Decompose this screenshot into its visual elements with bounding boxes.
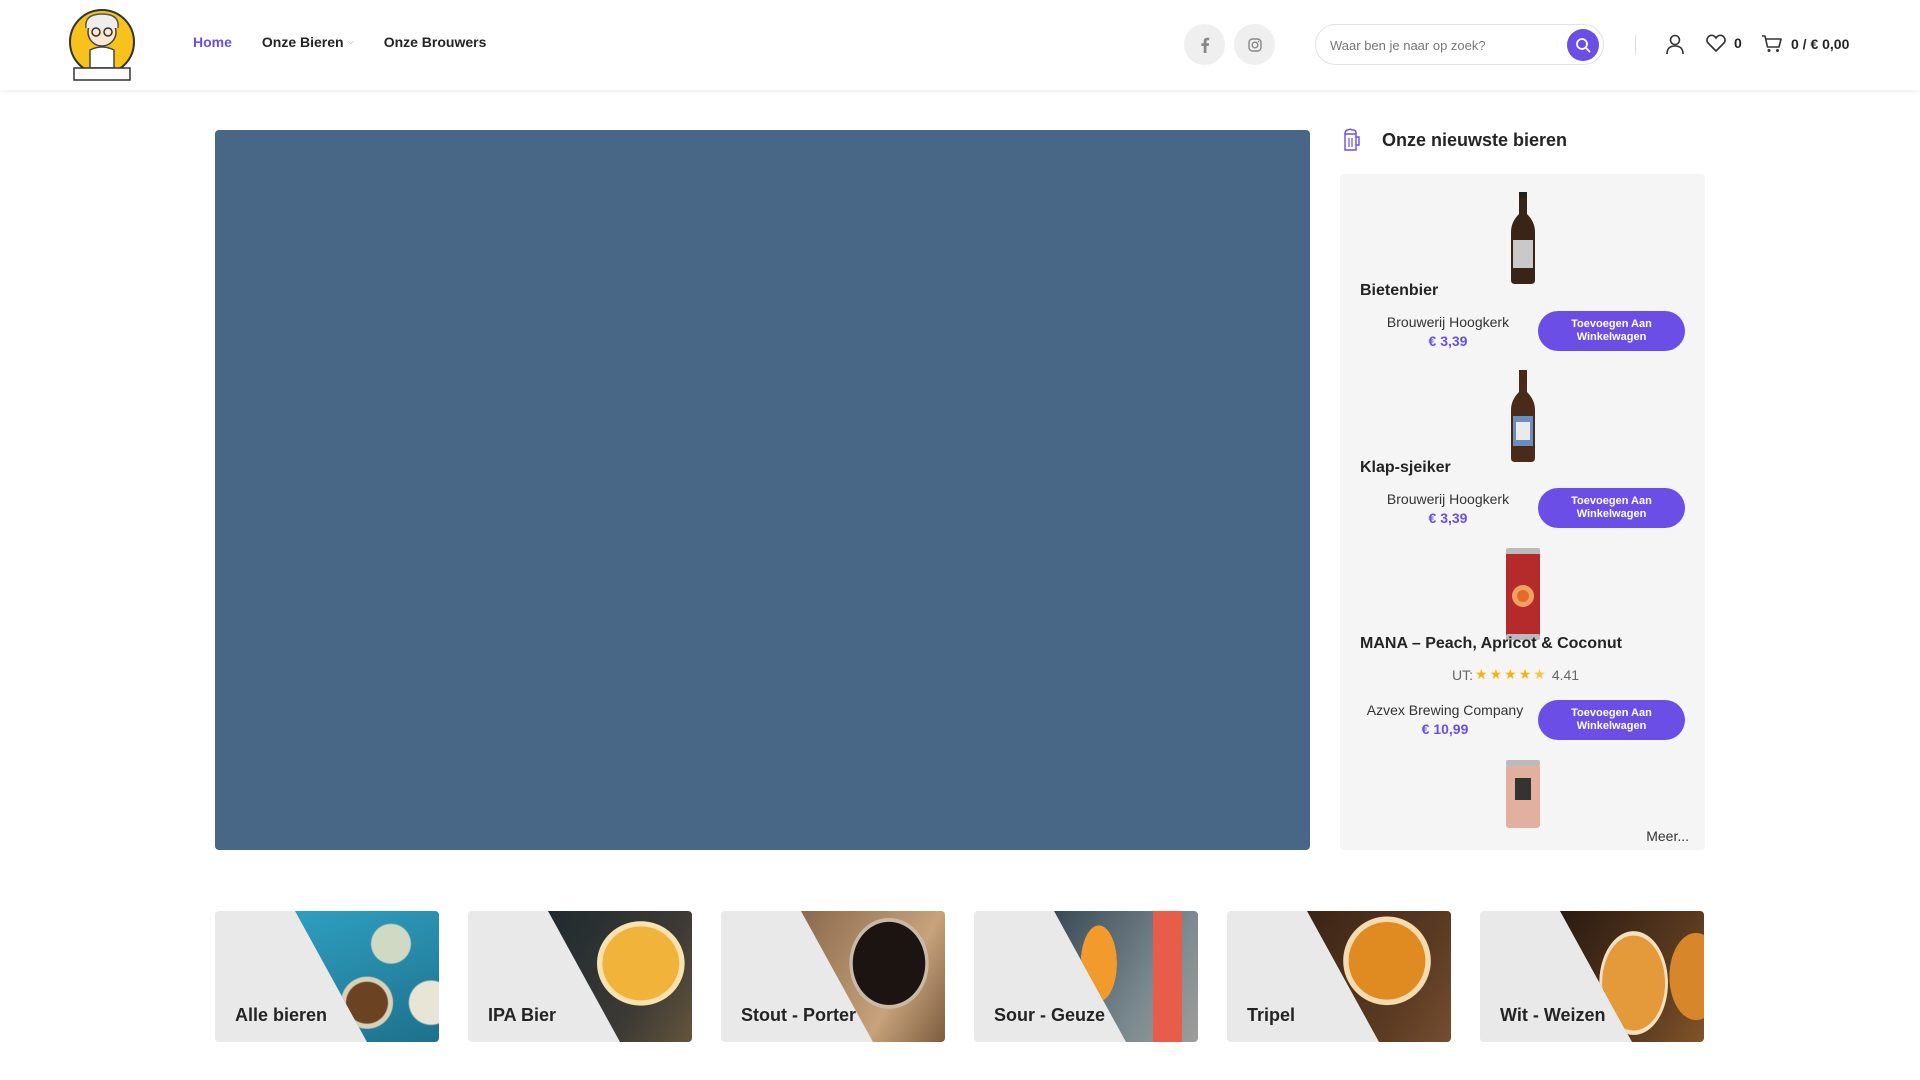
chevron-down-icon: ⌵ xyxy=(347,37,354,46)
category-card-alle-bieren[interactable]: Alle bieren xyxy=(215,911,439,1042)
product-name[interactable]: MANA – Peach, Apricot & Coconut xyxy=(1360,635,1622,653)
cart-button[interactable]: 0 / € 0,00 xyxy=(1761,34,1849,53)
category-label: Alle bieren xyxy=(235,1005,328,1025)
star-icon: ★ xyxy=(1475,666,1488,682)
heart-icon xyxy=(1706,34,1726,52)
category-image xyxy=(1307,911,1451,1042)
product-image[interactable] xyxy=(1504,548,1542,640)
star-icon: ★ xyxy=(1518,666,1532,682)
sidebar-title: Onze nieuwste bieren xyxy=(1382,129,1568,150)
nav-onze-brouwers[interactable]: Onze Brouwers xyxy=(384,34,487,50)
facebook-icon[interactable] xyxy=(1184,24,1225,65)
category-card-wit-weizen[interactable]: Wit - Weizen xyxy=(1480,911,1704,1042)
main-nav: Home Onze Bieren ⌵ Onze Brouwers xyxy=(193,34,486,50)
product-rating: UT: ★ ★ ★ ★ ★ 4.41 xyxy=(1452,666,1579,683)
cart-icon xyxy=(1762,35,1782,52)
cart-summary: 0 / € 0,00 xyxy=(1791,35,1850,52)
nav-onze-brouwers-label: Onze Brouwers xyxy=(383,34,487,50)
beer-mug-icon xyxy=(1344,128,1360,151)
product-price: € 3,39 xyxy=(1428,333,1468,349)
product-image[interactable] xyxy=(1504,760,1542,830)
product-image[interactable] xyxy=(1507,192,1539,284)
nav-onze-bieren-label: Onze Bieren xyxy=(261,34,344,50)
product-price: € 10,99 xyxy=(1421,721,1469,737)
product-price: € 3,39 xyxy=(1428,510,1468,526)
star-icon: ★ xyxy=(1489,666,1503,682)
category-label: IPA Bier xyxy=(488,1005,557,1025)
search-bar xyxy=(1315,24,1604,65)
rating-value: 4.41 xyxy=(1551,666,1580,683)
star-half-icon: ★ xyxy=(1533,666,1546,682)
product-name[interactable]: Klap-sjeiker xyxy=(1360,459,1451,477)
nav-home[interactable]: Home xyxy=(193,34,232,50)
category-label: Wit - Weizen xyxy=(1500,1005,1606,1025)
star-icon: ★ xyxy=(1504,666,1517,682)
add-to-cart-button[interactable]: Toevoegen Aan Winkelwagen xyxy=(1538,311,1685,351)
category-card-ipa-bier[interactable]: IPA Bier xyxy=(468,911,692,1042)
add-to-cart-button[interactable]: Toevoegen Aan Winkelwagen xyxy=(1538,488,1685,528)
product-image[interactable] xyxy=(1507,370,1539,462)
wishlist-button[interactable]: 0 xyxy=(1706,34,1742,52)
instagram-icon[interactable] xyxy=(1234,24,1275,65)
search-icon xyxy=(1576,38,1591,53)
product-brewery: Brouwerij Hoogkerk xyxy=(1386,491,1510,507)
category-card-tripel[interactable]: Tripel xyxy=(1227,911,1451,1042)
product-brewery: Azvex Brewing Company xyxy=(1366,702,1524,718)
search-input[interactable] xyxy=(1330,34,1550,56)
nav-onze-bieren[interactable]: Onze Bieren ⌵ xyxy=(262,34,354,50)
rating-prefix: UT: xyxy=(1452,666,1473,683)
user-icon[interactable] xyxy=(1665,34,1685,60)
product-name[interactable]: Bietenbier xyxy=(1360,282,1438,300)
category-image xyxy=(548,911,692,1042)
add-to-cart-button[interactable]: Toevoegen Aan Winkelwagen xyxy=(1538,700,1685,740)
category-row: Alle bieren IPA Bier Stout - Porter Sour… xyxy=(215,911,1705,1042)
header-divider xyxy=(1635,35,1636,55)
category-label: Sour - Geuze xyxy=(994,1005,1106,1025)
newest-beers-panel: Bietenbier Brouwerij Hoogkerk € 3,39 Toe… xyxy=(1340,174,1705,850)
hero-banner[interactable] xyxy=(215,130,1310,850)
more-link[interactable]: Meer... xyxy=(1646,828,1689,844)
category-card-stout-porter[interactable]: Stout - Porter xyxy=(721,911,945,1042)
nav-home-label: Home xyxy=(193,34,232,50)
category-label: Tripel xyxy=(1247,1005,1296,1025)
category-label: Stout - Porter xyxy=(741,1005,856,1025)
category-card-sour-geuze[interactable]: Sour - Geuze xyxy=(974,911,1198,1042)
logo[interactable] xyxy=(68,6,136,82)
wishlist-count: 0 xyxy=(1734,35,1742,51)
sidebar-header: Onze nieuwste bieren xyxy=(1342,128,1567,152)
site-header: Home Onze Bieren⌵ Onze Brouwers 0 0 / € … xyxy=(0,0,1920,90)
product-brewery: Brouwerij Hoogkerk xyxy=(1386,314,1510,330)
search-button[interactable] xyxy=(1567,29,1599,61)
